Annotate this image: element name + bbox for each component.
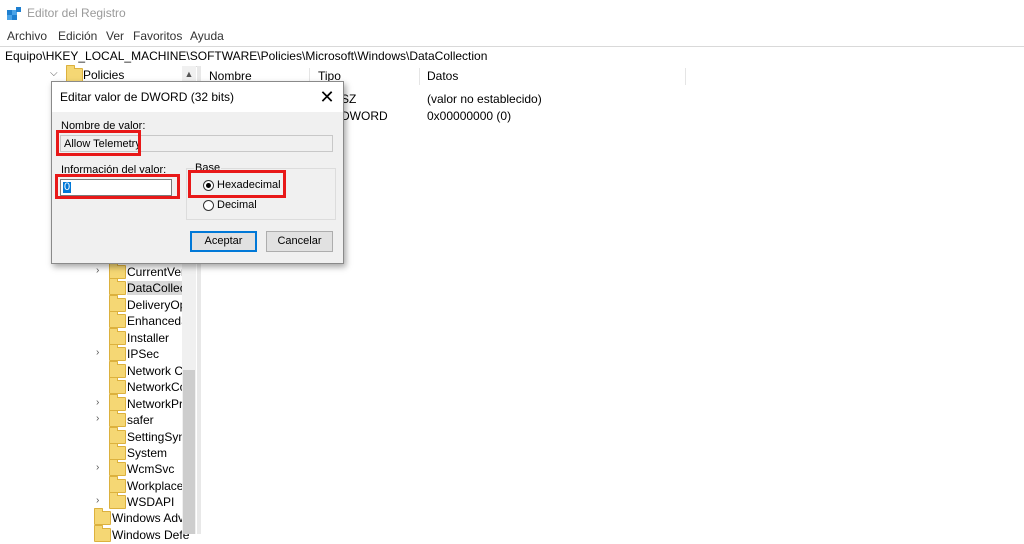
- value-name-label: Nombre de valor:: [61, 120, 146, 132]
- value-data-text: 0: [63, 181, 72, 193]
- folder-icon: [109, 311, 126, 329]
- row-data[interactable]: 0x00000000 (0): [427, 109, 511, 123]
- folder-icon: [109, 262, 126, 279]
- address-path: Equipo\HKEY_LOCAL_MACHINE\SOFTWARE\Polic…: [5, 49, 488, 63]
- folder-icon: [109, 426, 126, 444]
- tree-item-label: Installer: [127, 330, 170, 345]
- value-name-field: Allow Telemetry: [60, 135, 333, 152]
- base-group: [186, 168, 336, 220]
- folder-icon: [109, 475, 126, 493]
- tree-item-label: safer: [127, 413, 154, 428]
- menu-ayuda[interactable]: Ayuda: [190, 29, 224, 43]
- value-data-label: Información del valor:: [61, 164, 167, 176]
- cancel-button[interactable]: Cancelar: [266, 231, 333, 252]
- folder-icon: [109, 360, 126, 378]
- window-title: Editor del Registro: [27, 6, 126, 20]
- row-data[interactable]: (valor no establecido): [427, 92, 542, 106]
- title-bar: Editor del Registro: [0, 0, 1024, 26]
- chevron-right-icon[interactable]: ›: [96, 413, 106, 424]
- radio-decimal-label[interactable]: Decimal: [217, 199, 257, 211]
- accept-button[interactable]: Aceptar: [190, 231, 257, 252]
- column-divider[interactable]: [419, 68, 420, 85]
- folder-icon: [94, 525, 111, 542]
- chevron-right-icon[interactable]: ›: [96, 347, 106, 358]
- menu-archivo[interactable]: Archivo: [7, 29, 47, 43]
- tree-item-label: EnhancedS: [127, 314, 190, 329]
- folder-icon: [109, 459, 126, 477]
- chevron-right-icon[interactable]: ›: [96, 495, 106, 506]
- folder-icon: [109, 294, 126, 312]
- folder-icon: [109, 327, 126, 345]
- folder-icon: [94, 508, 111, 525]
- dialog-title: Editar valor de DWORD (32 bits): [60, 90, 235, 104]
- tree-item-label: System: [127, 445, 168, 460]
- menu-edicion[interactable]: Edición: [58, 29, 97, 43]
- address-bar[interactable]: Equipo\HKEY_LOCAL_MACHINE\SOFTWARE\Polic…: [0, 46, 1024, 67]
- row-type[interactable]: DWORD: [341, 109, 388, 123]
- tree-item-label: NetworkPro: [127, 396, 190, 411]
- menu-bar: Archivo Edición Ver Favoritos Ayuda: [0, 26, 1024, 46]
- folder-icon: [66, 65, 83, 82]
- chevron-right-icon[interactable]: ›: [96, 265, 106, 276]
- folder-icon: [109, 393, 126, 411]
- chevron-right-icon[interactable]: ›: [96, 462, 106, 473]
- menu-ver[interactable]: Ver: [106, 29, 124, 43]
- folder-icon: [109, 377, 126, 395]
- folder-icon: [109, 410, 126, 428]
- folder-icon: [109, 278, 126, 296]
- tree-item-label: WSDAPI: [127, 495, 175, 510]
- base-label: Base: [194, 162, 222, 174]
- tree-item-label: NetworkCo: [127, 380, 187, 395]
- dialog-title-bar: Editar valor de DWORD (32 bits) ✕: [52, 82, 343, 112]
- tree-item[interactable]: › WSDAPI: [96, 492, 182, 511]
- tree-item-windows-advanced[interactable]: Windows Adva: [94, 508, 191, 527]
- edit-dword-dialog: Editar valor de DWORD (32 bits) ✕ Nombre…: [51, 81, 344, 264]
- column-divider[interactable]: [685, 68, 686, 85]
- tree-item-label: IPSec: [127, 347, 160, 362]
- folder-icon: [109, 442, 126, 460]
- value-data-input[interactable]: 0: [60, 179, 172, 196]
- tree-item-label: WorkplaceJ: [127, 478, 190, 493]
- folder-icon: [109, 344, 126, 362]
- chevron-up-icon[interactable]: ▲: [182, 66, 196, 82]
- tree-item-label: DeliveryOpt: [127, 297, 190, 312]
- chevron-down-icon[interactable]: ⌵: [50, 68, 60, 79]
- radio-hexadecimal-label[interactable]: Hexadecimal: [217, 179, 281, 191]
- chevron-right-icon[interactable]: ›: [96, 397, 106, 408]
- radio-decimal[interactable]: [203, 200, 214, 211]
- radio-hexadecimal[interactable]: [203, 180, 214, 191]
- registry-editor-icon: [7, 7, 21, 20]
- close-icon[interactable]: ✕: [315, 85, 339, 109]
- tree-item-windows-defender[interactable]: Windows Defe: [94, 525, 189, 544]
- tree-item-label: WcmSvc: [127, 462, 175, 477]
- scroll-thumb[interactable]: [183, 370, 195, 534]
- column-header-data[interactable]: Datos: [427, 66, 458, 87]
- tree-item-label: Network Co: [127, 363, 190, 378]
- menu-favoritos[interactable]: Favoritos: [133, 29, 182, 43]
- folder-icon: [109, 492, 126, 510]
- tree-item-label: DataCollect: [127, 281, 190, 296]
